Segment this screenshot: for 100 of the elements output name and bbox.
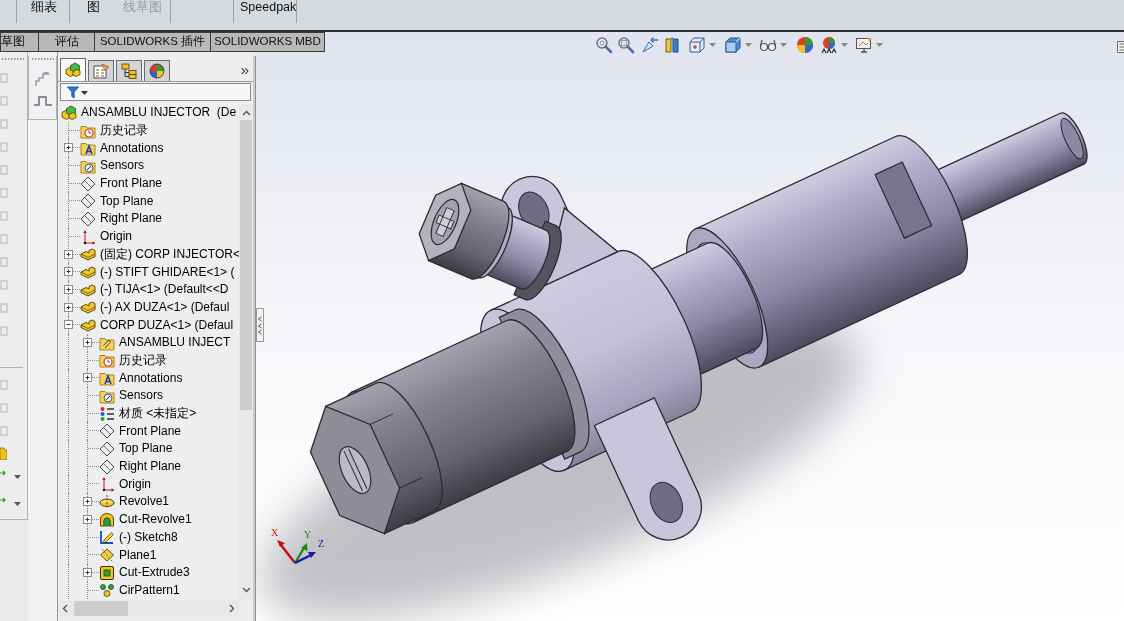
expand-icon[interactable] <box>64 249 73 259</box>
assembly-icon <box>64 62 82 78</box>
assembly-icon <box>61 104 77 121</box>
configuration-manager-tab[interactable] <box>116 60 142 81</box>
tree-item-label[interactable]: Plane1 <box>119 547 157 563</box>
tree-item-label[interactable]: Cut-Extrude3 <box>119 565 190 581</box>
tree-item-label[interactable]: (-) STIFT GHIDARE<1> ( <box>100 264 235 280</box>
tree-item-label[interactable]: Annotations <box>100 140 164 156</box>
tree-item-label[interactable]: Sensors <box>100 158 145 174</box>
scroll-up-icon[interactable] <box>241 110 251 116</box>
tree-item-label[interactable]: Top Plane <box>119 441 173 457</box>
scene-sphere-icon[interactable] <box>820 36 838 54</box>
caret-icon[interactable] <box>876 43 883 47</box>
tree-item-label[interactable]: ANSAMBLU INJECTOR (De <box>81 105 237 121</box>
tree-item-label[interactable]: Cut-Revolve1 <box>119 512 192 528</box>
caret-icon <box>81 91 88 95</box>
faded-tool-icon <box>0 279 8 291</box>
property-manager-tab[interactable] <box>88 60 114 81</box>
faded-tool-icon <box>0 118 8 130</box>
tree-item-label[interactable]: (-) Sketch8 <box>119 529 178 545</box>
tree-item-label[interactable]: (-) AX DUZA<1> (Defaul <box>100 299 230 315</box>
tree-item-label[interactable]: Revolve1 <box>119 494 170 510</box>
panel-collapse-handle[interactable] <box>256 308 264 342</box>
expand-icon[interactable] <box>83 337 92 347</box>
tree-item-label[interactable]: Front Plane <box>100 176 163 192</box>
horizontal-scrollbar[interactable] <box>58 600 240 617</box>
scrollbar-thumb[interactable] <box>240 120 252 410</box>
filter-field[interactable] <box>60 83 251 101</box>
ribbon-button[interactable]: 图 <box>87 0 100 15</box>
tree-item-label[interactable]: (固定) CORP INJECTOR< <box>100 246 239 262</box>
expand-icon[interactable] <box>83 497 92 507</box>
scrollbar-thumb[interactable] <box>74 601 128 616</box>
previous-view-icon[interactable] <box>641 36 659 54</box>
pattern-icon <box>99 582 115 599</box>
material-icon <box>99 405 115 422</box>
tree-item-label[interactable]: Origin <box>100 229 132 245</box>
annotation-folder-icon <box>99 370 115 387</box>
plane-icon <box>80 193 96 210</box>
expand-icon[interactable] <box>64 143 73 153</box>
caret-icon <box>14 475 21 479</box>
command-tab[interactable]: 草图 <box>0 32 39 52</box>
scroll-right-icon[interactable] <box>229 604 235 613</box>
zoom-area-icon[interactable] <box>617 36 635 54</box>
sketch-icon <box>99 529 115 546</box>
box-icon[interactable] <box>1117 41 1124 53</box>
zoom-to-fit-icon[interactable] <box>595 36 613 54</box>
tree-item-label[interactable]: CORP DUZA<1> (Defaul <box>100 317 234 333</box>
command-tab[interactable]: SOLIDWORKS 插件 <box>94 32 211 52</box>
expand-icon[interactable] <box>64 267 73 277</box>
tree-item-label[interactable]: Top Plane <box>100 193 154 209</box>
more-tabs-button[interactable]: » <box>240 62 249 78</box>
faded-tool-icon <box>0 164 8 176</box>
tree-item-label[interactable]: CirPattern1 <box>119 582 180 598</box>
expand-icon[interactable] <box>83 373 92 383</box>
caret-icon <box>14 502 21 506</box>
ribbon-button[interactable]: Speedpak <box>240 0 297 15</box>
tree-item-label[interactable]: Right Plane <box>119 459 182 475</box>
annotation-folder-icon <box>80 140 96 157</box>
caret-icon[interactable] <box>780 43 787 47</box>
command-tab[interactable]: 评估 <box>38 32 95 52</box>
tree-item-label[interactable]: Annotations <box>119 370 183 386</box>
z-axis-label: Z <box>318 539 325 549</box>
injector-model-drawing[interactable] <box>309 112 1088 541</box>
tree-item-label[interactable]: ANSAMBLU INJECT <box>119 335 231 351</box>
shaded-cube-icon[interactable] <box>724 36 742 54</box>
expand-icon[interactable] <box>64 302 73 312</box>
grip-arrows-icon <box>258 315 262 335</box>
collapse-icon[interactable] <box>64 320 73 330</box>
caret-icon[interactable] <box>841 43 848 47</box>
appearance-sphere-icon[interactable] <box>796 36 814 54</box>
faded-tool-icon <box>0 95 8 107</box>
caret-icon[interactable] <box>709 43 716 47</box>
command-tab[interactable]: SOLIDWORKS MBD <box>210 32 325 52</box>
tree-item-label[interactable]: (-) TIJA<1> (Default<<D <box>100 282 229 298</box>
tree-item-label[interactable]: Front Plane <box>119 423 182 439</box>
plane-icon <box>99 458 115 475</box>
tree-item-label[interactable]: 材质 <未指定> <box>119 406 197 422</box>
vertical-scrollbar[interactable] <box>239 104 253 600</box>
scroll-down-icon[interactable] <box>241 587 251 593</box>
tree-item-label[interactable]: Origin <box>119 476 151 492</box>
section-view-icon[interactable] <box>663 36 681 54</box>
tree-item-label[interactable]: Right Plane <box>100 211 163 227</box>
tree-item-label[interactable]: 历史记录 <box>119 352 167 368</box>
arrow-icon <box>0 470 6 476</box>
caret-icon[interactable] <box>745 43 752 47</box>
expand-icon[interactable] <box>83 567 92 577</box>
scroll-left-icon[interactable] <box>62 604 68 613</box>
plane-feature-icon <box>99 547 115 564</box>
feature-manager-tab[interactable] <box>60 58 86 81</box>
view-orientation-icon[interactable] <box>688 36 706 54</box>
ribbon-button[interactable]: 细表 <box>31 0 57 15</box>
tree-item-label[interactable]: 历史记录 <box>100 123 148 139</box>
tree-item-label[interactable]: Sensors <box>119 388 164 404</box>
faded-tool-icon <box>0 302 8 314</box>
display-manager-tab[interactable] <box>144 60 170 81</box>
expand-icon[interactable] <box>64 284 73 294</box>
expand-icon[interactable] <box>83 514 92 524</box>
cut-revolve-icon <box>99 511 115 528</box>
display-monitor-icon[interactable] <box>855 36 873 54</box>
faded-tool-icon <box>0 379 8 391</box>
